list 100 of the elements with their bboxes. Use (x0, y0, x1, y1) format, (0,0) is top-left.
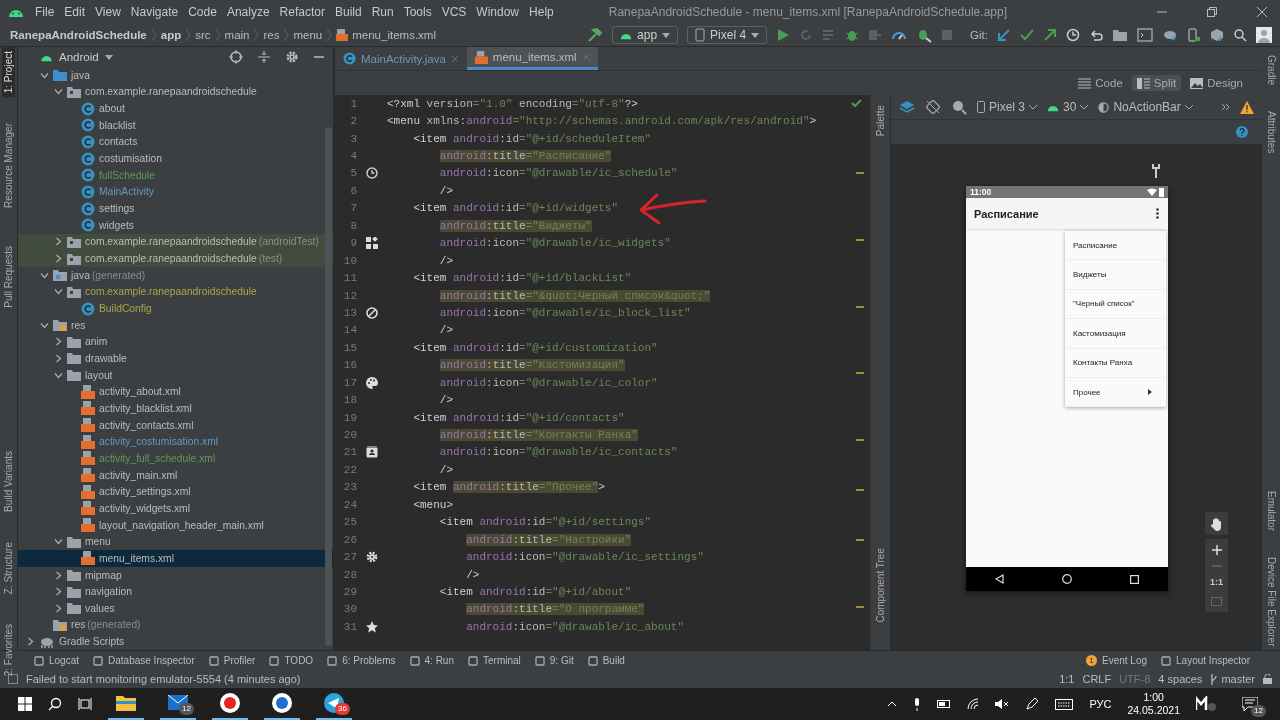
folder-icon[interactable] (116, 695, 136, 711)
tree-item[interactable]: res (18, 316, 333, 334)
crosshair-icon[interactable] (229, 50, 243, 64)
editor-tab[interactable]: MainActivity.java (335, 47, 467, 70)
breadcrumb-item[interactable]: menu (293, 29, 323, 41)
taskbar-clock[interactable]: 1:00 24.05.2021 (1127, 691, 1180, 717)
breadcrumb-item[interactable]: menu_items.xml (352, 29, 436, 41)
tree-item[interactable]: activity_about.xml (18, 383, 333, 401)
tool-window-button[interactable]: 1 Event Log (1086, 655, 1148, 666)
menu-bar-item[interactable]: Build (329, 5, 367, 19)
menu-bar-item[interactable]: Tools (398, 5, 437, 19)
tree-item[interactable]: widgets (18, 216, 333, 234)
back-icon[interactable] (995, 574, 1004, 584)
zoom-icon[interactable] (951, 99, 967, 115)
bug-icon[interactable] (845, 28, 860, 42)
menu-bar-item[interactable]: Code (183, 5, 222, 19)
tool-window-button[interactable]: Terminal (468, 655, 521, 666)
hand-icon[interactable] (1210, 516, 1223, 531)
app-icon[interactable] (272, 693, 292, 713)
tree-item[interactable]: settings (18, 200, 333, 217)
tree-item[interactable]: costumisation (18, 150, 333, 167)
collapse-icon[interactable] (257, 50, 271, 64)
tree-item[interactable]: activity_main.xml (18, 466, 333, 484)
popup-menu-item[interactable]: Прочее (1065, 377, 1166, 408)
tool-window-tab[interactable]: 1: Project (2, 47, 15, 98)
help-icon[interactable] (1236, 126, 1248, 138)
tool-window-button[interactable]: 4: Run (409, 655, 454, 666)
popup-menu-item[interactable]: "Черный список" (1065, 289, 1166, 320)
tool-window-tab[interactable]: Device File Explorer (1264, 553, 1278, 651)
line-separator[interactable]: CRLF (1082, 673, 1112, 685)
breadcrumb-item[interactable]: res (263, 29, 280, 41)
close-icon[interactable] (1256, 6, 1268, 18)
tree-item[interactable]: layout (18, 366, 333, 384)
view-mode-button[interactable]: Design (1185, 75, 1248, 91)
task-view-icon[interactable] (78, 697, 92, 711)
git-branch[interactable]: master (1210, 673, 1255, 685)
menu-bar-item[interactable]: View (90, 5, 126, 19)
double-chevron-icon[interactable] (1221, 103, 1230, 111)
warning-icon[interactable] (1240, 100, 1254, 114)
chevron-up-icon[interactable] (887, 701, 898, 707)
editor-tab[interactable]: menu_items.xml (466, 47, 598, 70)
package-icon[interactable] (1210, 28, 1224, 42)
tree-item[interactable]: activity_costumisation.xml (18, 433, 333, 451)
run-config-dropdown[interactable]: app (612, 26, 679, 44)
menu-bar-item[interactable]: Analyze (221, 5, 275, 19)
tool-window-tab[interactable]: Z: Structure (2, 537, 15, 599)
menu-bar-item[interactable]: Refactor (274, 5, 330, 19)
actual-size-button[interactable]: 1:1 (1210, 577, 1223, 587)
tree-item[interactable]: activity_blacklist.xml (18, 400, 333, 417)
tree-item[interactable]: navigation (18, 583, 333, 600)
tree-item[interactable]: BuildConfig (18, 300, 333, 317)
settings-icon[interactable] (285, 50, 299, 64)
tool-window-tab[interactable]: Build Variants (2, 447, 15, 516)
tree-item[interactable]: menu_items.xml (18, 550, 333, 567)
project-view-dropdown[interactable]: Android (59, 51, 99, 63)
menu-bar-item[interactable]: Edit (59, 5, 91, 19)
undo-icon[interactable] (1089, 28, 1103, 42)
tree-item[interactable]: java (generated) (18, 266, 333, 284)
phone-icon[interactable] (1187, 28, 1201, 42)
indent-setting[interactable]: 4 spaces (1158, 673, 1203, 685)
input-language[interactable]: РУС (1089, 698, 1112, 710)
tree-item[interactable]: activity_widgets.xml (18, 500, 333, 517)
search-icon[interactable] (48, 697, 62, 711)
app-icon[interactable] (1196, 696, 1216, 712)
terminal-icon[interactable] (1137, 28, 1153, 42)
tree-item[interactable]: com.example.ranepaandroidschedule (test) (18, 250, 333, 267)
tool-window-button[interactable]: 9: Git (534, 655, 574, 666)
breadcrumb-item[interactable]: main (224, 29, 250, 41)
tree-item[interactable]: com.example.ranepaandroidschedule (18, 83, 333, 101)
tree-item[interactable]: about (18, 100, 333, 117)
muted-speaker-icon[interactable] (995, 698, 1010, 710)
tool-window-button[interactable]: 6: Problems (327, 655, 396, 666)
component-tree-tab[interactable]: Component Tree (874, 543, 887, 626)
menu-bar-item[interactable]: File (30, 5, 60, 19)
tool-window-button[interactable]: Database Inspector (93, 655, 195, 666)
search-icon[interactable] (1233, 28, 1247, 42)
zoom-in-icon[interactable] (1211, 545, 1222, 555)
tree-item[interactable]: mipmap (18, 566, 333, 584)
scrollbar[interactable] (325, 127, 332, 646)
breadcrumb-item[interactable]: app (160, 29, 182, 41)
battery-icon[interactable] (937, 700, 952, 708)
hammer-icon[interactable] (587, 27, 604, 43)
menu-bar-item[interactable]: Run (366, 5, 399, 19)
popup-menu-item[interactable]: Расписание (1065, 231, 1166, 261)
lock-icon[interactable] (1263, 674, 1272, 684)
view-mode-button[interactable]: Split (1131, 75, 1182, 91)
tree-item[interactable]: drawable (18, 350, 333, 367)
tree-item[interactable]: activity_contacts.xml (18, 416, 333, 434)
update-arrow-icon[interactable] (997, 28, 1011, 42)
clock-icon[interactable] (1066, 28, 1080, 42)
tree-item[interactable]: activity_full_schedule.xml (18, 450, 333, 467)
tree-item[interactable]: Gradle Scripts (18, 633, 333, 650)
recents-icon[interactable] (1130, 574, 1139, 584)
restore-icon[interactable] (1206, 6, 1218, 18)
menu-bar-item[interactable]: Navigate (125, 5, 184, 19)
tree-item[interactable]: fullSchedule (18, 166, 333, 184)
theme-dropdown[interactable]: NoActionBar (1098, 100, 1193, 114)
tree-item[interactable]: java (18, 67, 333, 84)
tree-item[interactable]: contacts (18, 133, 333, 151)
tree-item[interactable]: activity_settings.xml (18, 483, 333, 501)
